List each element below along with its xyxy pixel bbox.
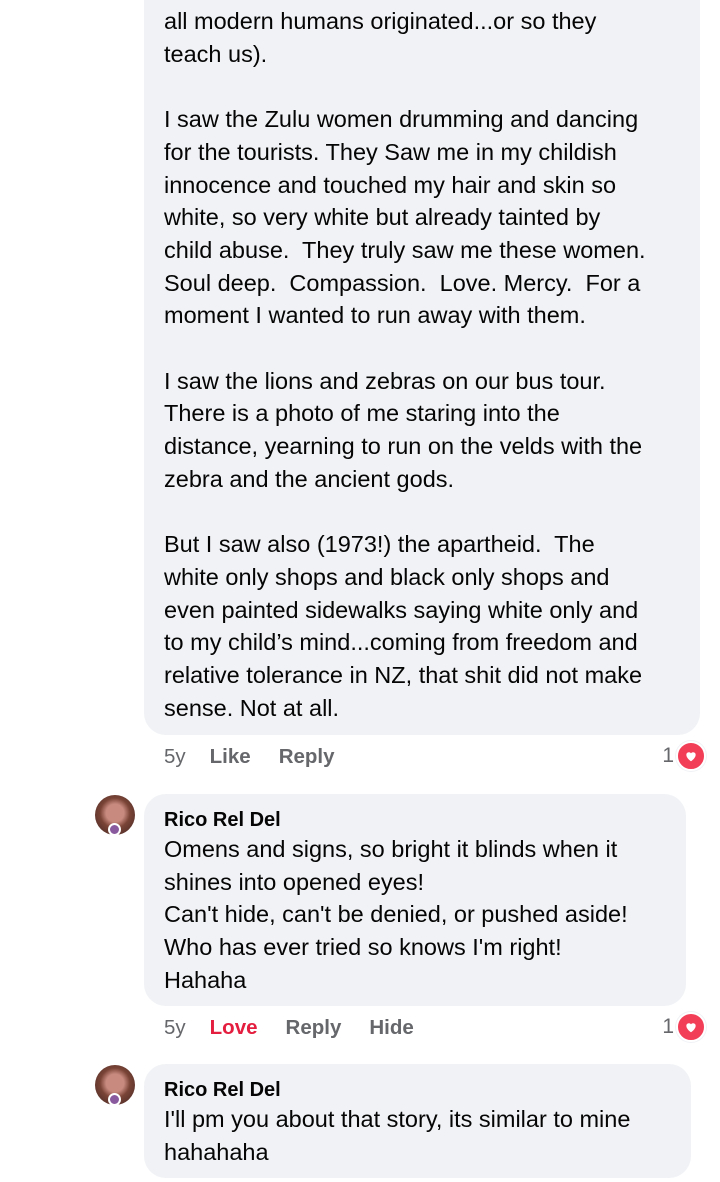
reaction-summary[interactable]: 1 xyxy=(662,741,706,771)
comment-bubble: Rico Rel Del I'll pm you about that stor… xyxy=(144,1064,691,1178)
hide-button[interactable]: Hide xyxy=(369,1016,413,1040)
comment-bubble: all modern humans originated...or so the… xyxy=(144,0,700,735)
comment-actions: 5y Like Reply xyxy=(164,745,363,769)
love-button[interactable]: Love xyxy=(210,1016,258,1040)
comment-time[interactable]: 5y xyxy=(164,1016,186,1040)
comment-text: all modern humans originated...or so the… xyxy=(164,8,646,721)
reaction-count: 1 xyxy=(662,1015,674,1038)
reaction-count: 1 xyxy=(662,744,674,767)
love-reaction-icon xyxy=(676,1012,706,1042)
reply-button[interactable]: Reply xyxy=(286,1016,342,1040)
comment-text: Omens and signs, so bright it blinds whe… xyxy=(164,836,628,993)
avatar[interactable] xyxy=(95,1065,135,1106)
comment-bubble: Rico Rel Del Omens and signs, so bright … xyxy=(144,794,686,1006)
story-dot-icon xyxy=(108,823,121,836)
comment-time[interactable]: 5y xyxy=(164,745,186,769)
story-dot-icon xyxy=(108,1093,121,1106)
like-button[interactable]: Like xyxy=(210,745,251,769)
avatar[interactable] xyxy=(95,795,135,836)
love-reaction-icon xyxy=(676,741,706,771)
comment-actions: 5y Love Reply Hide xyxy=(164,1016,442,1040)
reply-button[interactable]: Reply xyxy=(279,745,335,769)
comment-author[interactable]: Rico Rel Del xyxy=(164,1078,281,1102)
reaction-summary[interactable]: 1 xyxy=(662,1012,706,1042)
comment-author[interactable]: Rico Rel Del xyxy=(164,808,281,832)
comment-text: I'll pm you about that story, its simila… xyxy=(164,1106,631,1165)
